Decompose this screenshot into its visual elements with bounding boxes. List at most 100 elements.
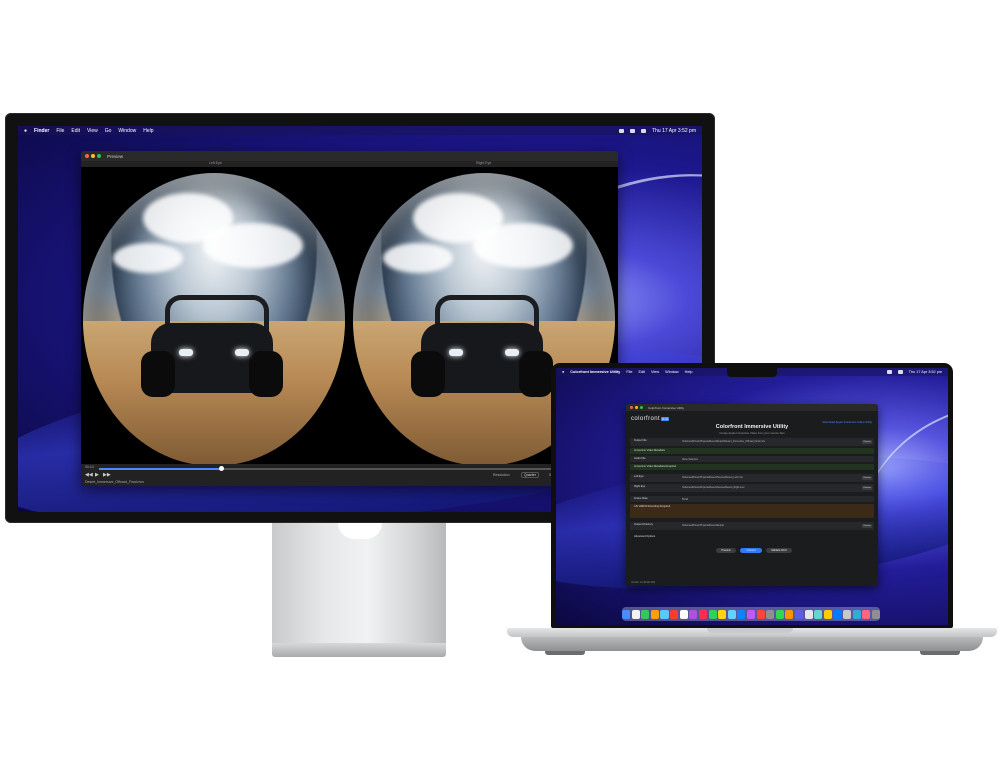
menu-app-name[interactable]: Finder [34, 128, 49, 134]
scrubber[interactable] [99, 466, 608, 471]
control-center-icon[interactable] [641, 128, 647, 133]
wifi-icon[interactable] [619, 128, 625, 133]
resolution-select[interactable]: Quarter [521, 472, 539, 478]
menu-edit[interactable]: Edit [71, 128, 80, 134]
row-label: Audio File [634, 457, 646, 460]
dock-app-icon[interactable] [641, 609, 650, 619]
dock-app-icon[interactable] [746, 609, 756, 619]
minimize-window-icon[interactable] [635, 406, 638, 409]
dock-app-icon[interactable] [737, 609, 746, 619]
dock-app-icon[interactable] [718, 609, 727, 619]
stereo-viewport[interactable] [81, 167, 618, 464]
dock-app-icon[interactable] [833, 609, 842, 619]
skip-forward-icon[interactable]: ▶▶ [103, 472, 111, 478]
row-path: /Volumes/Drive1/Projects/Desert/Source/D… [682, 476, 743, 479]
macbook-bottom [521, 637, 983, 651]
menu-bar: ● Finder File Edit View Go Window Help T… [18, 126, 702, 135]
advanced-options-row[interactable]: Advanced Options [630, 534, 874, 539]
lid-thumb-notch [707, 628, 793, 633]
zoom-window-icon[interactable] [640, 406, 643, 409]
dock-app-icon[interactable] [814, 609, 823, 619]
wifi-icon[interactable] [886, 370, 892, 374]
dock-app-icon[interactable] [794, 609, 804, 619]
choose-button[interactable]: Choose [862, 476, 872, 480]
left-eye-row: Left Eye /Volumes/Drive1/Projects/Desert… [630, 474, 874, 482]
search-icon[interactable] [630, 128, 636, 133]
output-directory-row: Output Directory /Volumes/Drive1/Project… [630, 522, 874, 530]
dock-app-icon[interactable] [650, 609, 659, 619]
menu-file[interactable]: File [56, 128, 64, 134]
row-label: AIV HDR10 Encoding Required [634, 505, 671, 508]
dock-app-icon[interactable] [785, 609, 794, 619]
preview-button[interactable]: Preview [716, 548, 736, 553]
dock-app-icon[interactable] [660, 609, 669, 619]
validate-button[interactable]: Validate AIVU [766, 548, 792, 553]
menu-go[interactable]: Go [105, 128, 112, 134]
minimize-window-icon[interactable] [91, 154, 95, 158]
choose-button[interactable]: Choose [862, 524, 872, 528]
menu-file[interactable]: File [626, 370, 632, 374]
dock-app-icon[interactable] [823, 609, 832, 619]
dock-app-icon[interactable] [756, 609, 765, 619]
row-label: Output Directory [634, 523, 653, 526]
choose-button[interactable]: Choose [862, 486, 872, 490]
audio-file-row: Audio File None Selected [630, 456, 874, 462]
app-window-title: Colorfront Immersive Utility [648, 405, 685, 410]
menu-window[interactable]: Window [665, 370, 679, 374]
advanced-options-label[interactable]: Advanced Options [634, 535, 655, 538]
search-icon[interactable] [897, 370, 903, 374]
dock-app-icon[interactable] [727, 609, 736, 619]
dock-app-icon[interactable] [708, 609, 717, 619]
macbook-screen: ● Colorfront Immersive Utility File Edit… [556, 368, 948, 625]
apple-menu-icon[interactable]: ● [24, 128, 27, 134]
colorfront-logo: colorfront CIU [631, 416, 670, 422]
play-icon[interactable]: ▶ [95, 472, 99, 478]
convert-button[interactable]: Convert [740, 548, 762, 553]
dock-app-icon[interactable] [622, 609, 631, 619]
preview-window: Preview Left Eye Right Eye 00:14 ◀◀ ▶ ▶▶… [81, 151, 618, 486]
dock-app-icon[interactable] [804, 609, 813, 619]
scrubber-knob[interactable] [219, 466, 225, 471]
version-label: Version 1.0 (Build 100) [631, 581, 656, 584]
macbook-foot-left [545, 651, 585, 655]
dock-app-icon[interactable] [631, 609, 640, 619]
close-window-icon[interactable] [85, 154, 89, 158]
menu-clock[interactable]: Thu 17 Apr 3:52 pm [652, 128, 696, 134]
row-label: Right Eye [634, 485, 646, 488]
display-stand [272, 523, 446, 643]
close-window-icon[interactable] [630, 406, 633, 409]
camera-notch [727, 368, 777, 377]
menu-help[interactable]: Help [143, 128, 153, 134]
skip-back-icon[interactable]: ◀◀ [85, 472, 93, 478]
zoom-window-icon[interactable] [97, 154, 101, 158]
dock-app-icon[interactable] [843, 609, 852, 619]
dock-app-icon[interactable] [689, 609, 698, 619]
choose-button[interactable]: Choose [862, 440, 872, 444]
row-label: Frame Rate [634, 497, 648, 500]
left-eye-view[interactable] [81, 167, 349, 464]
dock-app-icon[interactable] [852, 609, 861, 619]
apple-menu-icon[interactable]: ● [562, 370, 564, 374]
dock-app-icon[interactable] [862, 609, 871, 619]
dock-app-icon[interactable] [766, 609, 775, 619]
menu-help[interactable]: Help [685, 370, 693, 374]
menu-app-name[interactable]: Colorfront Immersive Utility [570, 370, 620, 374]
dock-app-icon[interactable] [698, 609, 707, 619]
menu-edit[interactable]: Edit [638, 370, 645, 374]
dock-app-icon[interactable] [679, 609, 688, 619]
scrubber-progress [99, 468, 222, 470]
row-label: Output File [634, 439, 647, 442]
preview-window-title: Preview [107, 153, 124, 159]
row-label: Immersive Video Metadata [634, 449, 665, 452]
dock-app-icon[interactable] [871, 609, 880, 619]
dock-app-icon[interactable] [670, 609, 679, 619]
logo-badge: CIU [661, 417, 670, 421]
dock-app-icon[interactable] [775, 609, 784, 619]
menu-view[interactable]: View [651, 370, 659, 374]
menu-window[interactable]: Window [118, 128, 136, 134]
row-path[interactable]: 59.94 [682, 498, 688, 501]
menu-view[interactable]: View [87, 128, 98, 134]
menu-clock[interactable]: Thu 17 Apr 3:52 pm [909, 370, 942, 374]
row-label: Left Eye [634, 475, 644, 478]
metadata-required-row: Immersive Video Metadata Required [630, 464, 874, 470]
